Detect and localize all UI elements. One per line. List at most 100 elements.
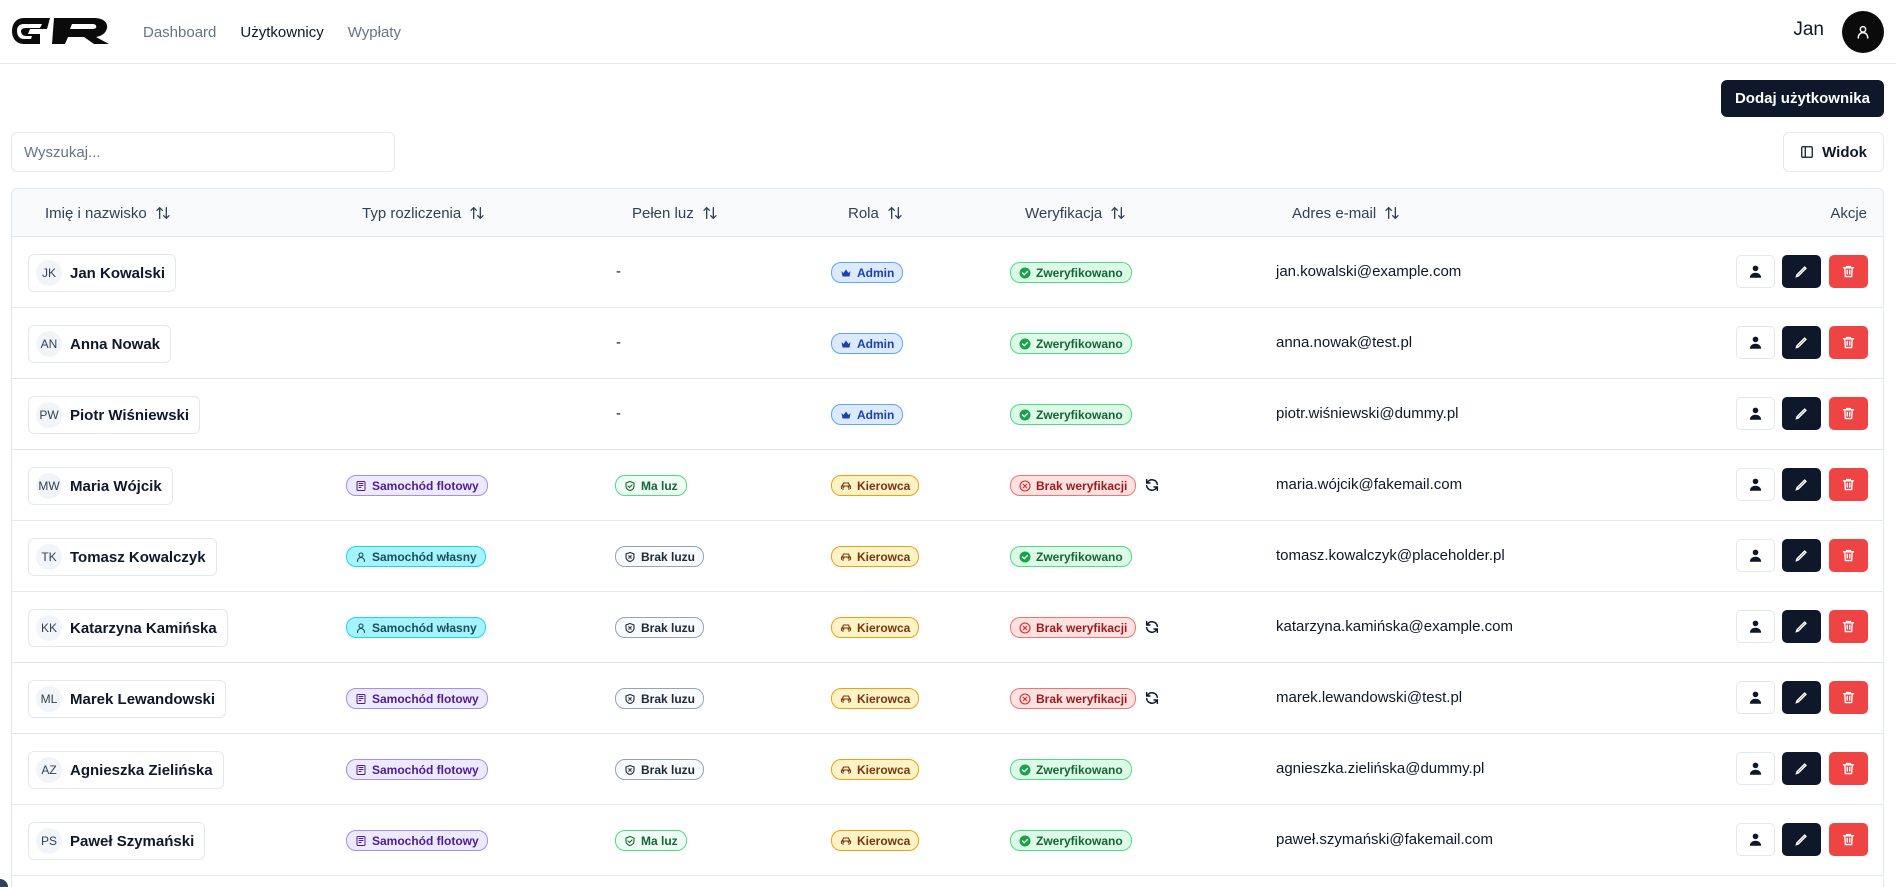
user-full-name: Tomasz Kowalczyk <box>70 548 206 566</box>
user-email: piotr.wiśniewski@dummy.pl <box>1276 405 1459 422</box>
view-user-button[interactable] <box>1736 326 1775 359</box>
table-row: ML Marek Lewandowski Samochód flotowy Brak … <box>12 663 1883 734</box>
car-icon <box>840 480 852 492</box>
edit-user-button[interactable] <box>1782 326 1821 359</box>
user-icon <box>1748 690 1763 705</box>
check-circle-icon <box>1019 551 1031 563</box>
search-input[interactable] <box>11 132 395 172</box>
verification-badge: Zweryfikowano <box>1010 404 1132 425</box>
sort-icon <box>470 206 484 220</box>
refresh-icon[interactable] <box>1144 477 1160 493</box>
user-name-chip[interactable]: PW Piotr Wiśniewski <box>28 396 201 434</box>
user-email: jan.kowalski@example.com <box>1276 263 1462 280</box>
edit-user-button[interactable] <box>1782 823 1821 856</box>
verification-badge: Zweryfikowano <box>1010 333 1132 354</box>
edit-user-button[interactable] <box>1782 752 1821 785</box>
billing-badge: Samochód własny <box>346 617 486 638</box>
sort-icon <box>1111 206 1125 220</box>
user-name-chip[interactable]: AZ Agnieszka Zielińska <box>28 751 224 789</box>
delete-user-button[interactable] <box>1829 681 1868 714</box>
delete-user-button[interactable] <box>1829 610 1868 643</box>
col-role-label: Rola <box>848 204 879 222</box>
car-icon <box>840 551 852 563</box>
user-menu-button[interactable] <box>1842 11 1884 53</box>
slack-badge-label: Brak luzu <box>641 620 696 635</box>
user-name-chip[interactable]: KK Katarzyna Kamińska <box>28 609 228 647</box>
edit-user-button[interactable] <box>1782 397 1821 430</box>
nav-users[interactable]: Użytkownicy <box>240 24 323 41</box>
col-slack-label: Pełen luz <box>632 204 694 222</box>
view-user-button[interactable] <box>1736 255 1775 288</box>
edit-user-button[interactable] <box>1782 255 1821 288</box>
user-icon <box>1748 335 1763 350</box>
col-email-label: Adres e-mail <box>1292 204 1377 222</box>
delete-user-button[interactable] <box>1829 752 1868 785</box>
billing-badge: Samochód flotowy <box>346 830 488 851</box>
refresh-icon[interactable] <box>1144 619 1160 635</box>
user-name-chip[interactable]: JK Jan Kowalski <box>28 254 177 292</box>
view-options-button[interactable]: Widok <box>1783 132 1884 172</box>
view-user-button[interactable] <box>1736 610 1775 643</box>
view-user-button[interactable] <box>1736 397 1775 430</box>
shield-x-icon <box>624 622 636 634</box>
delete-user-button[interactable] <box>1829 539 1868 572</box>
delete-user-button[interactable] <box>1829 255 1868 288</box>
slack-badge-label: Brak luzu <box>641 762 696 777</box>
nav-dashboard[interactable]: Dashboard <box>143 24 216 41</box>
delete-user-button[interactable] <box>1829 823 1868 856</box>
user-icon <box>1748 477 1763 492</box>
role-badge: Admin <box>831 262 904 283</box>
role-badge: Kierowca <box>831 688 920 709</box>
billing-badge-label: Samochód własny <box>372 620 477 635</box>
company-logo[interactable] <box>10 14 110 48</box>
user-icon <box>1748 832 1763 847</box>
user-name-chip[interactable]: ML Marek Lewandowski <box>28 680 227 718</box>
car-icon <box>840 622 852 634</box>
verification-badge: Zweryfikowano <box>1010 546 1132 567</box>
view-user-button[interactable] <box>1736 823 1775 856</box>
edit-user-button[interactable] <box>1782 468 1821 501</box>
col-actions-label: Akcje <box>1830 204 1867 222</box>
fleet-icon <box>355 693 367 705</box>
col-role-header[interactable]: Rola <box>848 189 903 237</box>
pencil-icon <box>1794 761 1809 776</box>
col-verification-header[interactable]: Weryfikacja <box>1025 189 1126 237</box>
add-user-button[interactable]: Dodaj użytkownika <box>1720 80 1884 117</box>
nav-payouts[interactable]: Wypłaty <box>348 24 401 41</box>
trash-icon <box>1841 406 1856 421</box>
delete-user-button[interactable] <box>1829 468 1868 501</box>
user-name-chip[interactable]: MW Maria Wójcik <box>28 467 173 505</box>
check-circle-icon <box>1019 764 1031 776</box>
user-icon <box>1748 264 1763 279</box>
verification-badge: Brak weryfikacji <box>1010 688 1137 709</box>
edit-user-button[interactable] <box>1782 681 1821 714</box>
verification-badge: Zweryfikowano <box>1010 759 1132 780</box>
fleet-icon <box>355 764 367 776</box>
view-user-button[interactable] <box>1736 539 1775 572</box>
refresh-icon[interactable] <box>1144 690 1160 706</box>
edit-user-button[interactable] <box>1782 610 1821 643</box>
col-slack-header[interactable]: Pełen luz <box>632 189 718 237</box>
view-user-button[interactable] <box>1736 752 1775 785</box>
role-badge-label: Kierowca <box>857 762 911 777</box>
delete-user-button[interactable] <box>1829 397 1868 430</box>
user-name-chip[interactable]: AN Anna Nowak <box>28 325 172 363</box>
avatar: PW <box>36 402 62 428</box>
col-email-header[interactable]: Adres e-mail <box>1292 189 1400 237</box>
x-circle-icon <box>1019 479 1031 492</box>
role-badge: Kierowca <box>831 759 920 780</box>
edit-user-button[interactable] <box>1782 539 1821 572</box>
slack-empty: - <box>616 334 621 351</box>
col-billing-label: Typ rozliczenia <box>362 204 462 222</box>
delete-user-button[interactable] <box>1829 326 1868 359</box>
user-name-chip[interactable]: TK Tomasz Kowalczyk <box>28 538 217 576</box>
slack-badge-label: Ma luz <box>641 833 678 848</box>
view-user-button[interactable] <box>1736 468 1775 501</box>
person-icon <box>355 551 367 563</box>
view-user-button[interactable] <box>1736 681 1775 714</box>
verification-badge: Zweryfikowano <box>1010 830 1132 851</box>
user-name-chip[interactable]: PS Paweł Szymański <box>28 822 206 860</box>
users-table: Imię i nazwisko Typ rozliczenia Pełen lu… <box>11 188 1884 887</box>
col-name-header[interactable]: Imię i nazwisko <box>45 189 171 237</box>
col-billing-header[interactable]: Typ rozliczenia <box>362 189 485 237</box>
